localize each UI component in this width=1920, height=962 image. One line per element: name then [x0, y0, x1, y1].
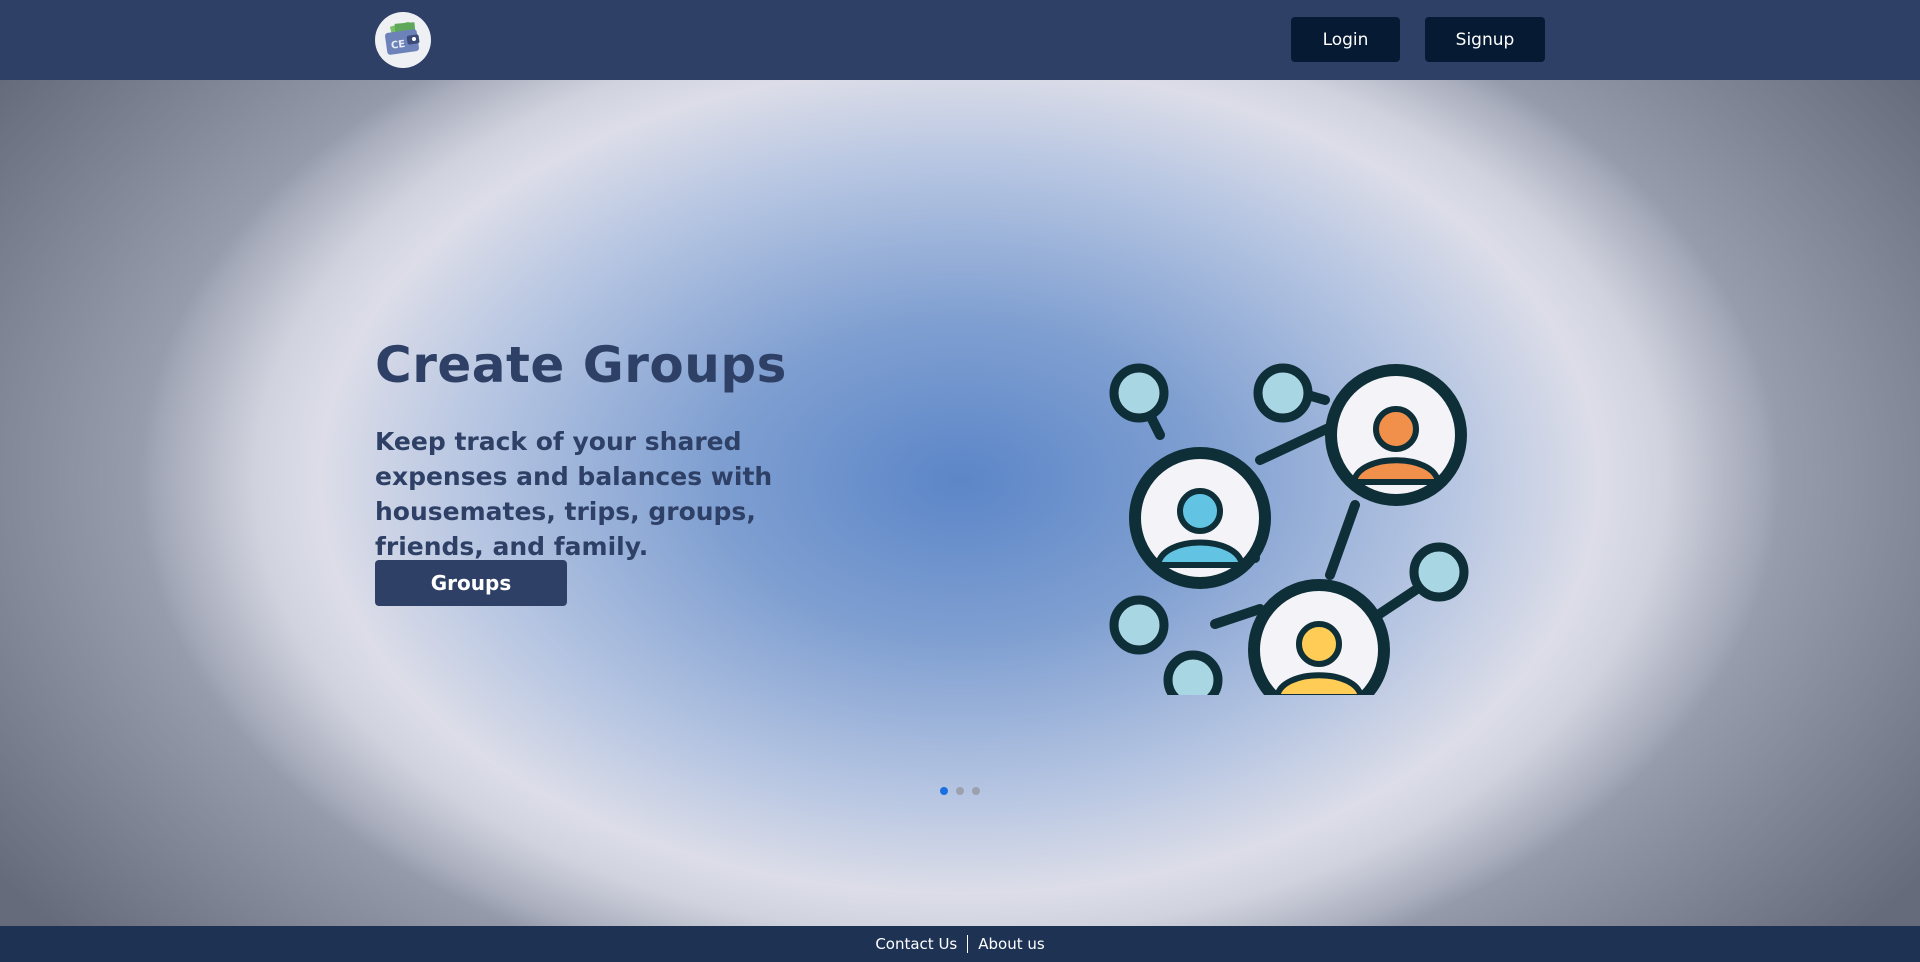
- hero-carousel: Create Groups Keep track of your shared …: [0, 80, 1920, 926]
- slide-description: Keep track of your shared expenses and b…: [375, 427, 773, 561]
- carousel-indicator[interactable]: [940, 787, 948, 795]
- footer: Contact Us About us: [0, 926, 1920, 962]
- carousel-indicator[interactable]: [956, 787, 964, 795]
- signup-button[interactable]: Signup: [1425, 17, 1545, 62]
- carousel-indicators: [940, 787, 980, 795]
- about-us-link[interactable]: About us: [978, 935, 1044, 953]
- login-button[interactable]: Login: [1291, 17, 1400, 62]
- logo-text: CE: [390, 39, 406, 52]
- slide-title: Create Groups: [375, 336, 787, 394]
- wallet-logo-icon[interactable]: CE: [375, 12, 431, 68]
- footer-divider: [967, 935, 969, 953]
- navbar: CE Login Signup: [0, 0, 1920, 80]
- carousel-indicator[interactable]: [972, 787, 980, 795]
- groups-button[interactable]: Groups: [375, 560, 567, 606]
- user-network-icon: [1100, 275, 1500, 721]
- contact-us-link[interactable]: Contact Us: [875, 935, 957, 953]
